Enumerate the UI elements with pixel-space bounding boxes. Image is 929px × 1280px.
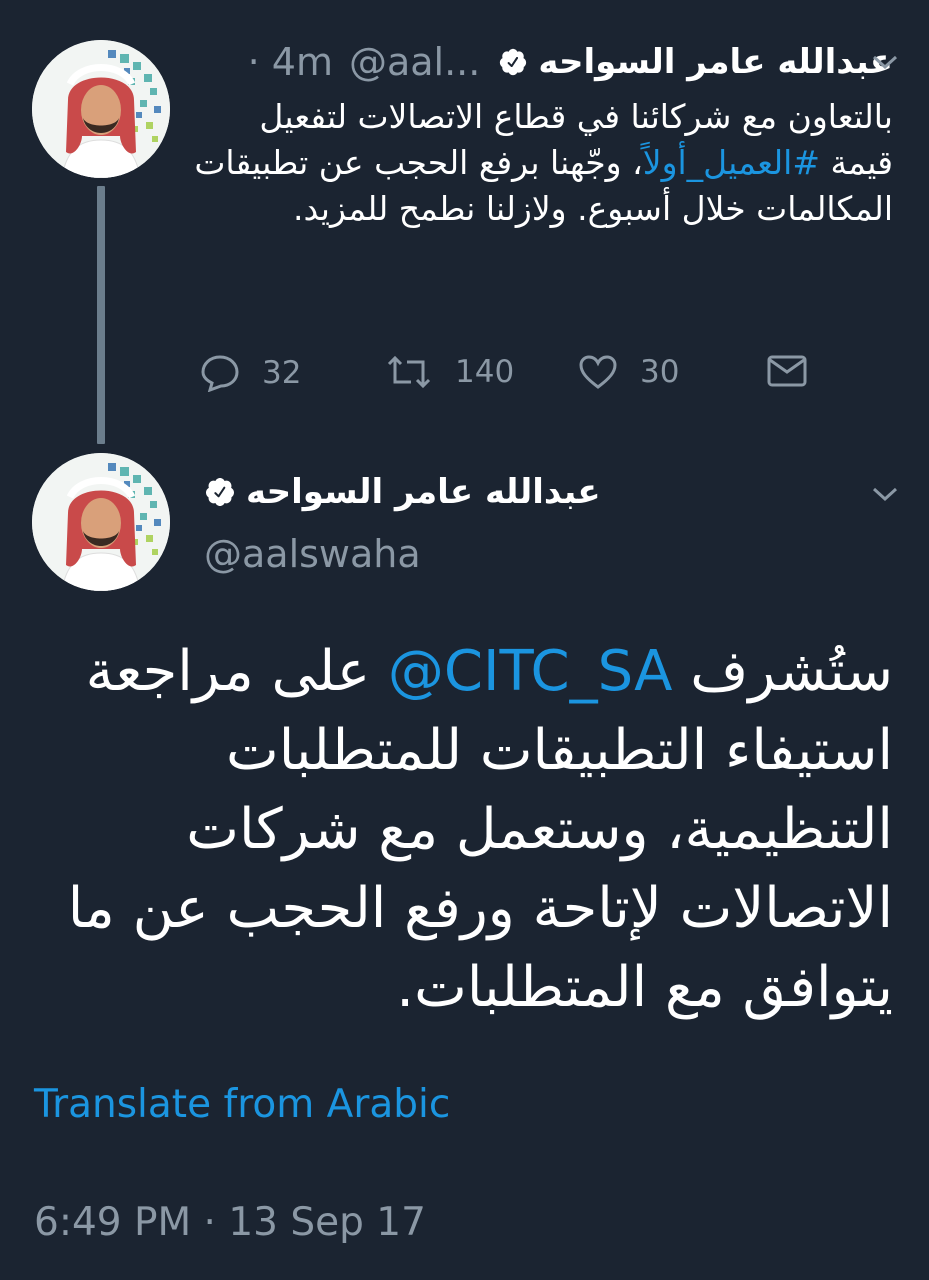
reply-tweet-time: · 4m (247, 40, 333, 84)
avatar[interactable] (32, 40, 170, 178)
chevron-down-icon[interactable] (870, 52, 900, 76)
reply-tweet-handle[interactable]: @aal... (349, 40, 480, 84)
retweet-button[interactable]: 140 (385, 354, 514, 390)
avatar[interactable] (32, 453, 170, 591)
translate-link[interactable]: Translate from Arabic (34, 1082, 450, 1127)
chevron-down-icon[interactable] (870, 484, 900, 508)
like-button[interactable]: 30 (578, 354, 679, 390)
dm-icon (767, 355, 807, 387)
main-tweet-text: ستُشرف @CITC_SA على مراجعة استيفاء التطب… (13, 632, 893, 1027)
main-tweet-handle[interactable]: @aalswaha (204, 532, 421, 576)
verified-badge-icon (204, 476, 236, 508)
retweet-icon (387, 355, 431, 389)
mention-link[interactable]: @CITC_SA (388, 639, 673, 704)
reply-tweet-header: · 4m @aal... عبدالله عامر السواحه (248, 40, 893, 84)
main-tweet-name-row: عبدالله عامر السواحه (204, 472, 601, 512)
thread-line (97, 186, 105, 444)
main-tweet-author-name[interactable]: عبدالله عامر السواحه (246, 472, 601, 512)
reply-tweet-author-name[interactable]: عبدالله عامر السواحه (538, 42, 893, 82)
like-count: 30 (640, 354, 680, 390)
main-tweet-text-part-1: ستُشرف (672, 639, 893, 704)
reply-count: 32 (262, 355, 302, 391)
tweet-timestamp: 6:49 PM · 13 Sep 17 (34, 1200, 426, 1245)
like-icon (579, 355, 617, 389)
reply-icon (201, 355, 239, 392)
hashtag-link[interactable]: #العميل_أولاً (643, 143, 820, 182)
reply-tweet-text: بالتعاون مع شركائنا في قطاع الاتصالات لت… (193, 94, 893, 232)
verified-badge-icon (498, 47, 528, 77)
retweet-count: 140 (455, 354, 515, 390)
reply-button[interactable]: 32 (200, 354, 301, 392)
dm-button[interactable] (766, 354, 830, 388)
